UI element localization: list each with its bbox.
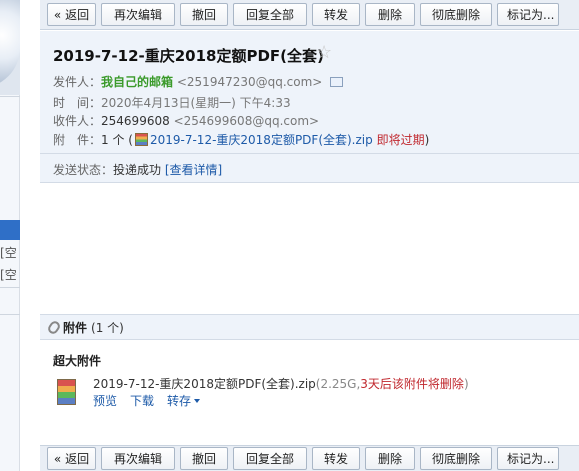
time-row: 时 间：2020年4月13日(星期一) 下午4:33	[53, 94, 291, 111]
to-name[interactable]: 254699608	[101, 114, 170, 128]
paperclip-icon	[46, 318, 62, 336]
mail-header: 2019-7-12-重庆2018定额PDF(全套) ☆ 发件人：我自己的邮箱 <…	[40, 31, 579, 183]
zip-file-icon	[134, 133, 148, 146]
reply-all-button[interactable]: 回复全部	[233, 3, 307, 26]
sidebar-divider	[0, 314, 20, 315]
attachment-label: 附 件：	[53, 133, 102, 147]
from-address: <251947230@qq.com>	[176, 75, 323, 89]
sidebar-fragment-text[interactable]: 空]	[0, 266, 20, 283]
file-warning: 3天后该附件将删除	[360, 377, 464, 391]
to-address: <254699608@qq.com>	[173, 114, 320, 128]
toolbar-bottom: « 返回 再次编辑 撤回 回复全部 转发 删除 彻底删除 标记为...	[40, 445, 579, 471]
save-to-link[interactable]: 转存	[167, 392, 201, 409]
mark-as-button[interactable]: 标记为...	[497, 3, 559, 26]
file-size: (2.25G,	[315, 377, 361, 391]
attachment-file-name: 2019-7-12-重庆2018定额PDF(全套).zip(2.25G,3天后该…	[93, 375, 469, 392]
attachment-count: 1 个 (	[101, 133, 133, 147]
to-label: 收件人：	[53, 114, 102, 128]
attachments-count: (1 个)	[91, 320, 124, 335]
attachment-actions: 预览 下载 转存	[93, 392, 201, 409]
sidebar-selected-item[interactable]	[0, 220, 20, 240]
preview-link[interactable]: 预览	[93, 392, 117, 409]
delete-button[interactable]: 删除	[365, 3, 415, 26]
status-value: 投递成功	[113, 163, 162, 177]
zip-file-icon[interactable]	[57, 379, 76, 405]
expire-badge: 即将过期	[376, 133, 425, 147]
back-button[interactable]: « 返回	[47, 3, 96, 26]
delete-permanently-button[interactable]: 彻底删除	[420, 447, 492, 470]
back-button[interactable]: « 返回	[47, 447, 96, 470]
attachment-close-paren: )	[424, 133, 430, 147]
reply-all-button[interactable]: 回复全部	[233, 447, 307, 470]
mark-as-button[interactable]: 标记为...	[497, 447, 559, 470]
delete-permanently-button[interactable]: 彻底删除	[420, 3, 492, 26]
star-icon[interactable]: ☆	[316, 42, 332, 63]
recall-button[interactable]: 撤回	[180, 3, 228, 26]
time-label: 时 间：	[53, 96, 102, 110]
from-name[interactable]: 我自己的邮箱	[101, 75, 173, 89]
sidebar-decoration	[0, 0, 20, 95]
reedit-button[interactable]: 再次编辑	[101, 447, 175, 470]
attachment-row: 附 件：1 个 ( 2019-7-12-重庆2018定额PDF(全套).zip 即…	[53, 131, 429, 148]
to-row: 收件人：254699608 <254699608@qq.com>	[53, 112, 319, 129]
header-divider	[40, 153, 579, 154]
attachments-title: 附件	[63, 320, 88, 335]
save-to-label: 转存	[167, 394, 192, 408]
delete-button[interactable]: 删除	[365, 447, 415, 470]
left-sidebar: 空] 空]	[0, 0, 20, 471]
status-label: 发送状态：	[53, 163, 114, 177]
forward-button[interactable]: 转发	[312, 3, 360, 26]
download-link[interactable]: 下载	[130, 392, 154, 409]
from-row: 发件人：我自己的邮箱 <251947230@qq.com>	[53, 73, 344, 90]
attachments-header: 附件 (1 个)	[40, 314, 579, 340]
recall-button[interactable]: 撤回	[180, 447, 228, 470]
attachment-link[interactable]: 2019-7-12-重庆2018定额PDF(全套).zip	[150, 133, 373, 147]
mail-read-view: 空] 空] « 返回 再次编辑 撤回 回复全部 转发 删除 彻底删除 标记为..…	[0, 0, 579, 471]
file-name-text: 2019-7-12-重庆2018定额PDF(全套).zip	[93, 377, 316, 391]
toolbar-top: « 返回 再次编辑 撤回 回复全部 转发 删除 彻底删除 标记为...	[40, 0, 579, 30]
mail-subject: 2019-7-12-重庆2018定额PDF(全套)	[53, 47, 324, 65]
contact-card-icon[interactable]	[330, 77, 344, 87]
sidebar-fragment-text[interactable]: 空]	[0, 244, 20, 261]
chevron-down-icon	[194, 399, 201, 403]
from-label: 发件人：	[53, 75, 102, 89]
time-value: 2020年4月13日(星期一) 下午4:33	[101, 96, 291, 110]
forward-button[interactable]: 转发	[312, 447, 360, 470]
file-close-paren: )	[463, 377, 469, 391]
reedit-button[interactable]: 再次编辑	[101, 3, 175, 26]
send-status: 发送状态：投递成功 [查看详情]	[53, 161, 222, 178]
super-attachment-label: 超大附件	[53, 354, 102, 368]
sidebar-divider	[0, 96, 20, 97]
sidebar-divider	[0, 287, 20, 288]
status-detail-link[interactable]: [查看详情]	[165, 163, 222, 177]
